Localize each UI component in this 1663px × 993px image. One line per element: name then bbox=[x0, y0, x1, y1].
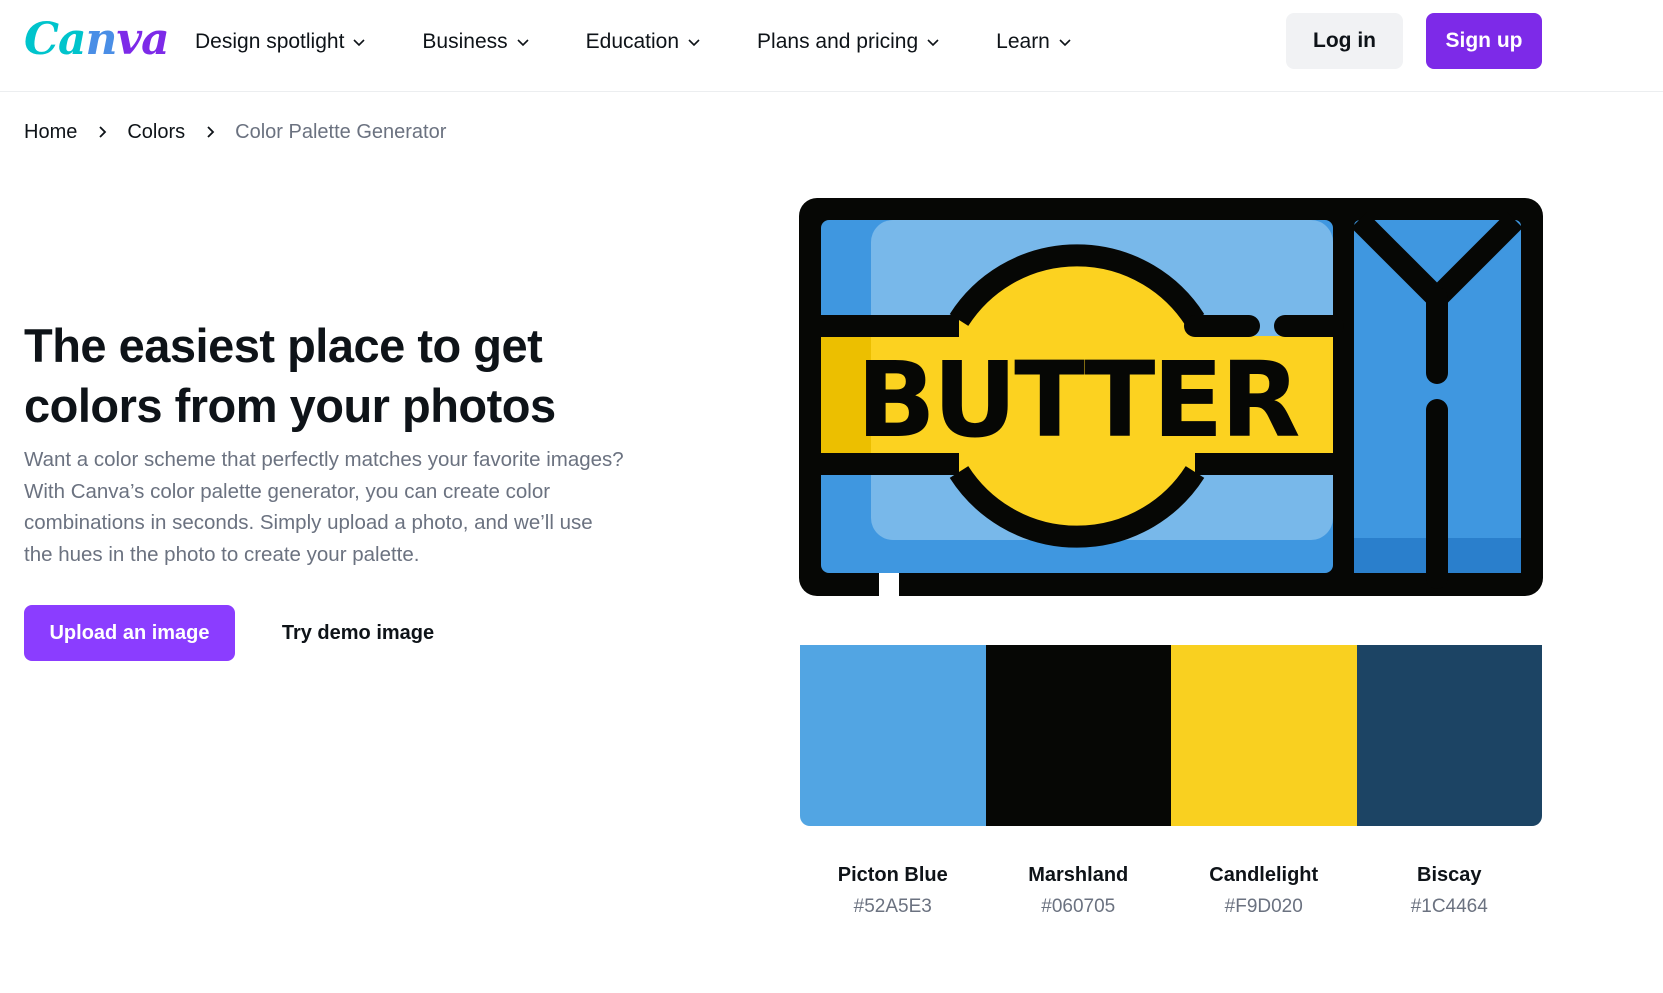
chevron-down-icon bbox=[1059, 39, 1071, 47]
palette-label: Candlelight #F9D020 bbox=[1171, 860, 1357, 923]
color-name: Candlelight bbox=[1209, 864, 1319, 886]
logo-text-3: va bbox=[116, 14, 170, 65]
nav-item-business[interactable]: Business bbox=[422, 30, 529, 54]
nav-item-learn[interactable]: Learn bbox=[996, 30, 1072, 54]
try-demo-image-button[interactable]: Try demo image bbox=[258, 605, 458, 661]
hero-description: Want a color scheme that perfectly match… bbox=[24, 448, 624, 566]
color-hex[interactable]: #060705 bbox=[986, 891, 1172, 923]
main-nav: Design spotlight Business Education Plan… bbox=[195, 26, 1128, 58]
nav-label: Business bbox=[422, 30, 508, 53]
nav-item-education[interactable]: Education bbox=[586, 30, 701, 54]
login-button[interactable]: Log in bbox=[1286, 13, 1403, 69]
breadcrumb-colors[interactable]: Colors bbox=[127, 121, 185, 144]
color-name: Biscay bbox=[1417, 864, 1482, 886]
palette-label: Marshland #060705 bbox=[986, 860, 1172, 923]
chevron-right-icon bbox=[99, 126, 107, 138]
color-name: Picton Blue bbox=[837, 864, 948, 886]
nav-label: Education bbox=[585, 30, 680, 53]
chevron-down-icon bbox=[517, 39, 529, 47]
canva-logo[interactable]: Canva bbox=[24, 12, 170, 68]
swatch-candlelight[interactable] bbox=[1171, 645, 1357, 826]
upload-image-button[interactable]: Upload an image bbox=[24, 605, 235, 661]
nav-label: Design spotlight bbox=[195, 30, 345, 53]
swatch-biscay[interactable] bbox=[1356, 645, 1542, 826]
logo-text-2: n bbox=[85, 14, 118, 65]
signup-button[interactable]: Sign up bbox=[1426, 13, 1542, 69]
color-name: Marshland bbox=[1028, 864, 1129, 886]
logo-text-1: Ca bbox=[24, 14, 87, 65]
page-title: The easiest place to get colors from you… bbox=[24, 319, 556, 432]
swatch-marshland[interactable] bbox=[985, 645, 1171, 826]
palette-labels: Picton Blue #52A5E3 Marshland #060705 Ca… bbox=[800, 860, 1542, 923]
palette-label: Biscay #1C4464 bbox=[1357, 860, 1543, 923]
color-palette bbox=[800, 645, 1542, 826]
nav-item-plans-and-pricing[interactable]: Plans and pricing bbox=[757, 30, 940, 54]
breadcrumb-current: Color Palette Generator bbox=[235, 120, 447, 143]
color-hex[interactable]: #F9D020 bbox=[1171, 891, 1357, 923]
breadcrumb: Home Colors Color Palette Generator bbox=[24, 118, 446, 146]
chevron-down-icon bbox=[688, 39, 700, 47]
breadcrumb-home[interactable]: Home bbox=[24, 121, 77, 144]
color-hex[interactable]: #52A5E3 bbox=[800, 891, 986, 923]
demo-image: BUTTER bbox=[799, 198, 1543, 596]
swatch-picton-blue[interactable] bbox=[800, 645, 986, 826]
chevron-down-icon bbox=[353, 39, 365, 47]
chevron-down-icon bbox=[927, 39, 939, 47]
nav-label: Plans and pricing bbox=[757, 30, 919, 53]
nav-item-design-spotlight[interactable]: Design spotlight bbox=[195, 30, 366, 54]
chevron-right-icon bbox=[207, 126, 215, 138]
color-hex[interactable]: #1C4464 bbox=[1357, 891, 1543, 923]
butter-label: BUTTER bbox=[856, 339, 1298, 461]
palette-label: Picton Blue #52A5E3 bbox=[800, 860, 986, 923]
nav-label: Learn bbox=[996, 30, 1050, 53]
top-navigation-bar: Canva Design spotlight Business Educatio… bbox=[0, 0, 1663, 92]
